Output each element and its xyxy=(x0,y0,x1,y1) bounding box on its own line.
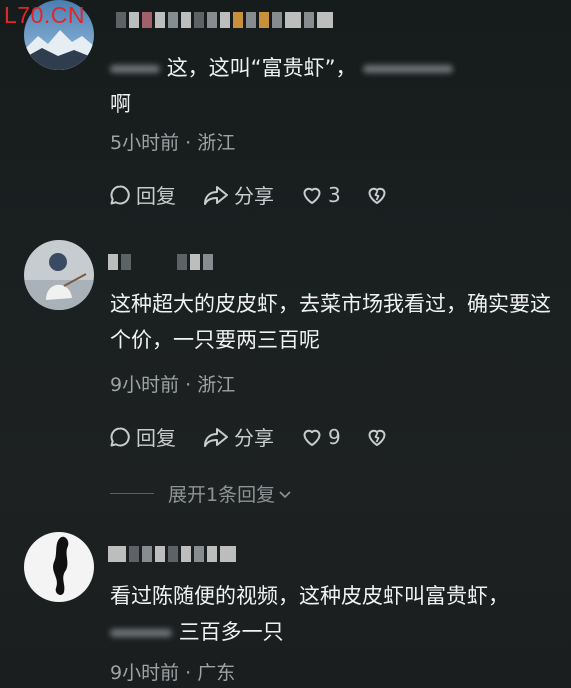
share-label: 分享 xyxy=(234,184,274,208)
comment-text: 这，这叫“富贵虾”， 啊 xyxy=(110,50,560,122)
avatar[interactable] xyxy=(24,240,94,310)
heart-icon xyxy=(303,429,321,446)
redacted-text xyxy=(363,65,454,73)
comment-meta: 5小时前 · 浙江 xyxy=(110,132,236,154)
broken-heart-icon xyxy=(368,429,386,446)
avatar-image-person xyxy=(24,240,94,310)
dislike-button[interactable] xyxy=(365,425,389,449)
comment-text: 看过陈随便的视频，这种皮皮虾叫富贵虾， 三百多一只 xyxy=(110,584,509,644)
heart-icon xyxy=(303,187,321,204)
broken-heart-icon xyxy=(368,187,386,204)
share-button[interactable]: 分享 xyxy=(202,422,274,451)
redacted-text xyxy=(110,629,172,637)
redacted-text xyxy=(110,65,160,73)
speech-bubble-icon xyxy=(110,184,130,204)
like-button[interactable]: 3 xyxy=(300,183,341,207)
chevron-down-icon xyxy=(279,490,291,498)
comment-text: 这种超大的皮皮虾，去菜市场我看过，确实要这个价，一只要两三百呢 xyxy=(110,292,551,352)
reply-label: 回复 xyxy=(136,184,176,208)
like-button[interactable]: 9 xyxy=(300,425,341,449)
speech-bubble-icon xyxy=(110,426,130,446)
dislike-button[interactable] xyxy=(365,183,389,207)
reply-button[interactable]: 回复 xyxy=(108,422,176,451)
username-masked[interactable] xyxy=(108,252,213,272)
share-label: 分享 xyxy=(234,426,274,450)
like-count: 3 xyxy=(328,182,341,207)
avatar-image-figure xyxy=(24,532,94,602)
comment-meta: 9小时前 · 浙江 xyxy=(110,374,236,396)
comment-meta: 9小时前 · 广东 xyxy=(110,662,236,684)
comment-actions: 回复 分享 3 xyxy=(108,180,389,209)
share-arrow-icon xyxy=(204,185,228,205)
divider-line xyxy=(110,493,154,494)
share-button[interactable]: 分享 xyxy=(202,180,274,209)
like-count: 9 xyxy=(328,424,341,449)
avatar[interactable] xyxy=(24,532,94,602)
username-masked[interactable] xyxy=(108,544,236,564)
reply-label: 回复 xyxy=(136,426,176,450)
site-watermark: L70.CN xyxy=(4,2,85,28)
comment-actions: 回复 分享 9 xyxy=(108,422,389,451)
expand-replies-label: 展开1条回复 xyxy=(168,484,276,506)
share-arrow-icon xyxy=(204,427,228,447)
expand-replies-button[interactable]: 展开1条回复 xyxy=(110,480,293,507)
username-masked[interactable] xyxy=(116,10,333,30)
reply-button[interactable]: 回复 xyxy=(108,180,176,209)
